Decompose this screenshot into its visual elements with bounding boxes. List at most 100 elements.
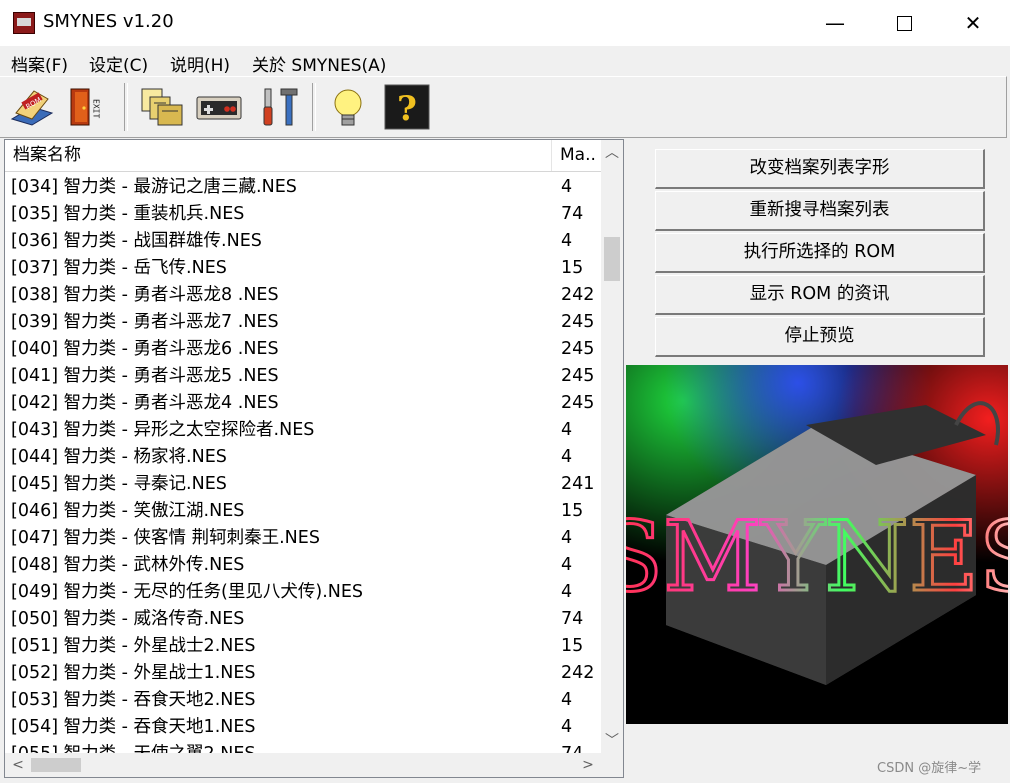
- list-item[interactable]: [034] 智力类 - 最游记之唐三藏.NES 4: [5, 174, 601, 201]
- horizontal-scrollbar[interactable]: < >: [5, 753, 601, 777]
- column-header-mapper[interactable]: Ma..: [553, 140, 601, 171]
- list-item[interactable]: [039] 智力类 - 勇者斗恶龙7 .NES 245: [5, 309, 601, 336]
- list-item[interactable]: [046] 智力类 - 笑傲江湖.NES 15: [5, 498, 601, 525]
- list-item[interactable]: [053] 智力类 - 吞食天地2.NES 4: [5, 687, 601, 714]
- rom-file-name: [054] 智力类 - 吞食天地1.NES: [11, 717, 256, 737]
- rom-file-name: [045] 智力类 - 寻秦记.NES: [11, 474, 227, 494]
- rom-mapper-value: 241: [561, 474, 595, 494]
- menu-file[interactable]: 档案(F): [11, 51, 68, 76]
- stop-preview-button[interactable]: 停止预览: [655, 317, 985, 357]
- scroll-down-arrow-icon[interactable]: ﹀: [601, 730, 623, 752]
- rom-file-name: [043] 智力类 - 异形之太空探险者.NES: [11, 420, 315, 440]
- rom-mapper-value: 245: [561, 366, 595, 386]
- list-item[interactable]: [049] 智力类 - 无尽的任务(里见八犬传).NES 4: [5, 579, 601, 606]
- list-item[interactable]: [051] 智力类 - 外星战士2.NES 15: [5, 633, 601, 660]
- maximize-button[interactable]: [869, 0, 939, 46]
- list-item[interactable]: [040] 智力类 - 勇者斗恶龙6 .NES 245: [5, 336, 601, 363]
- rom-file-name: [049] 智力类 - 无尽的任务(里见八犬传).NES: [11, 582, 364, 602]
- list-item[interactable]: [054] 智力类 - 吞食天地1.NES 4: [5, 714, 601, 741]
- list-item[interactable]: [038] 智力类 - 勇者斗恶龙8 .NES 242: [5, 282, 601, 309]
- list-item[interactable]: [044] 智力类 - 杨家将.NES 4: [5, 444, 601, 471]
- rom-mapper-value: 15: [561, 501, 584, 521]
- rom-file-name: [035] 智力类 - 重装机兵.NES: [11, 204, 245, 224]
- rom-mapper-value: 242: [561, 285, 595, 305]
- list-item[interactable]: [042] 智力类 - 勇者斗恶龙4 .NES 245: [5, 390, 601, 417]
- toolbar-separator: [124, 83, 128, 131]
- rom-mapper-value: 4: [561, 231, 573, 251]
- rom-file-name: [040] 智力类 - 勇者斗恶龙6 .NES: [11, 339, 279, 359]
- rom-file-name: [038] 智力类 - 勇者斗恶龙8 .NES: [11, 285, 279, 305]
- exit-label: EXIT: [92, 99, 101, 118]
- list-item[interactable]: [052] 智力类 - 外星战士1.NES 242: [5, 660, 601, 687]
- csdn-watermark: CSDN @旋律~学: [877, 761, 982, 776]
- help-icon: ?: [384, 84, 430, 130]
- list-rows: [034] 智力类 - 最游记之唐三藏.NES 4 [035] 智力类 - 重装机兵…: [5, 174, 601, 768]
- rom-mapper-value: 4: [561, 717, 573, 737]
- exit-door-icon: EXIT: [70, 88, 101, 126]
- open-rom-button[interactable]: ROM: [8, 83, 56, 131]
- list-item[interactable]: [035] 智力类 - 重装机兵.NES 74: [5, 201, 601, 228]
- rom-mapper-value: 74: [561, 204, 584, 224]
- list-item[interactable]: [037] 智力类 - 岳飞传.NES 15: [5, 255, 601, 282]
- file-list-button[interactable]: [138, 83, 186, 131]
- list-item[interactable]: [036] 智力类 - 战国群雄传.NES 4: [5, 228, 601, 255]
- column-header-name[interactable]: 档案名称: [5, 140, 552, 171]
- rom-file-name: [047] 智力类 - 侠客情 荆轲刺秦王.NES: [11, 528, 320, 548]
- lightbulb-icon: [334, 89, 362, 126]
- list-item[interactable]: [050] 智力类 - 威洛传奇.NES 74: [5, 606, 601, 633]
- exit-button[interactable]: EXIT: [66, 83, 114, 131]
- menu-about[interactable]: 关於 SMYNES(A): [252, 51, 386, 76]
- list-item[interactable]: [043] 智力类 - 异形之太空探险者.NES 4: [5, 417, 601, 444]
- rom-file-list[interactable]: 档案名称 Ma.. [034] 智力类 - 最游记之唐三藏.NES 4 [035] …: [4, 139, 624, 778]
- rom-file-name: [037] 智力类 - 岳飞传.NES: [11, 258, 227, 278]
- rom-mapper-value: 245: [561, 393, 595, 413]
- rom-file-name: [048] 智力类 - 武林外传.NES: [11, 555, 245, 575]
- rom-mapper-value: 4: [561, 528, 573, 548]
- rom-mapper-value: 245: [561, 339, 595, 359]
- change-list-font-button[interactable]: 改变档案列表字形: [655, 149, 985, 189]
- title-bar: SMYNES v1.20 — ✕: [0, 0, 1010, 46]
- rom-mapper-value: 4: [561, 177, 573, 197]
- tools-icon: [263, 88, 298, 126]
- menu-settings[interactable]: 设定(C): [89, 51, 148, 76]
- horizontal-scroll-thumb[interactable]: [31, 758, 81, 772]
- tips-button[interactable]: [324, 83, 372, 131]
- rom-file-name: [053] 智力类 - 吞食天地2.NES: [11, 690, 256, 710]
- vertical-scroll-thumb[interactable]: [604, 237, 620, 281]
- rom-preview-image: SMYNES: [626, 365, 1008, 724]
- list-item[interactable]: [041] 智力类 - 勇者斗恶龙5 .NES 245: [5, 363, 601, 390]
- rom-file-name: [039] 智力类 - 勇者斗恶龙7 .NES: [11, 312, 279, 332]
- list-item[interactable]: [048] 智力类 - 武林外传.NES 4: [5, 552, 601, 579]
- console-artwork: SMYNES: [626, 365, 1008, 724]
- vertical-scrollbar[interactable]: ︿ ﹀: [601, 140, 623, 753]
- app-icon[interactable]: [13, 12, 35, 34]
- run-selected-rom-button[interactable]: 执行所选择的 ROM: [655, 233, 985, 273]
- rom-file-name: [041] 智力类 - 勇者斗恶龙5 .NES: [11, 366, 279, 386]
- scroll-left-arrow-icon[interactable]: <: [7, 753, 29, 777]
- rom-mapper-value: 15: [561, 636, 584, 656]
- show-rom-info-button[interactable]: 显示 ROM 的资讯: [655, 275, 985, 315]
- list-header: 档案名称 Ma..: [5, 140, 601, 172]
- rom-file-name: [052] 智力类 - 外星战士1.NES: [11, 663, 256, 683]
- settings-button[interactable]: [255, 83, 303, 131]
- toolbar: ROM EXIT ?: [0, 76, 1007, 138]
- rescan-list-button[interactable]: 重新搜寻档案列表: [655, 191, 985, 231]
- list-item[interactable]: [047] 智力类 - 侠客情 荆轲刺秦王.NES 4: [5, 525, 601, 552]
- close-button[interactable]: ✕: [938, 0, 1008, 46]
- help-glyph: ?: [397, 89, 417, 129]
- menu-help[interactable]: 说明(H): [170, 51, 230, 76]
- menu-bar: 档案(F) 设定(C) 说明(H) 关於 SMYNES(A): [0, 46, 1010, 76]
- rom-mapper-value: 74: [561, 609, 584, 629]
- rom-file-name: [036] 智力类 - 战国群雄传.NES: [11, 231, 262, 251]
- scroll-up-arrow-icon[interactable]: ︿: [601, 142, 623, 164]
- minimize-button[interactable]: —: [800, 0, 870, 46]
- file-cards-icon: [141, 88, 183, 126]
- help-button[interactable]: ?: [383, 83, 431, 131]
- rom-file-name: [034] 智力类 - 最游记之唐三藏.NES: [11, 177, 297, 197]
- rom-file-name: [050] 智力类 - 威洛传奇.NES: [11, 609, 245, 629]
- controller-button[interactable]: [195, 83, 243, 131]
- rom-file-name: [051] 智力类 - 外星战士2.NES: [11, 636, 256, 656]
- rom-file-name: [042] 智力类 - 勇者斗恶龙4 .NES: [11, 393, 279, 413]
- scroll-right-arrow-icon[interactable]: >: [577, 753, 599, 777]
- list-item[interactable]: [045] 智力类 - 寻秦记.NES 241: [5, 471, 601, 498]
